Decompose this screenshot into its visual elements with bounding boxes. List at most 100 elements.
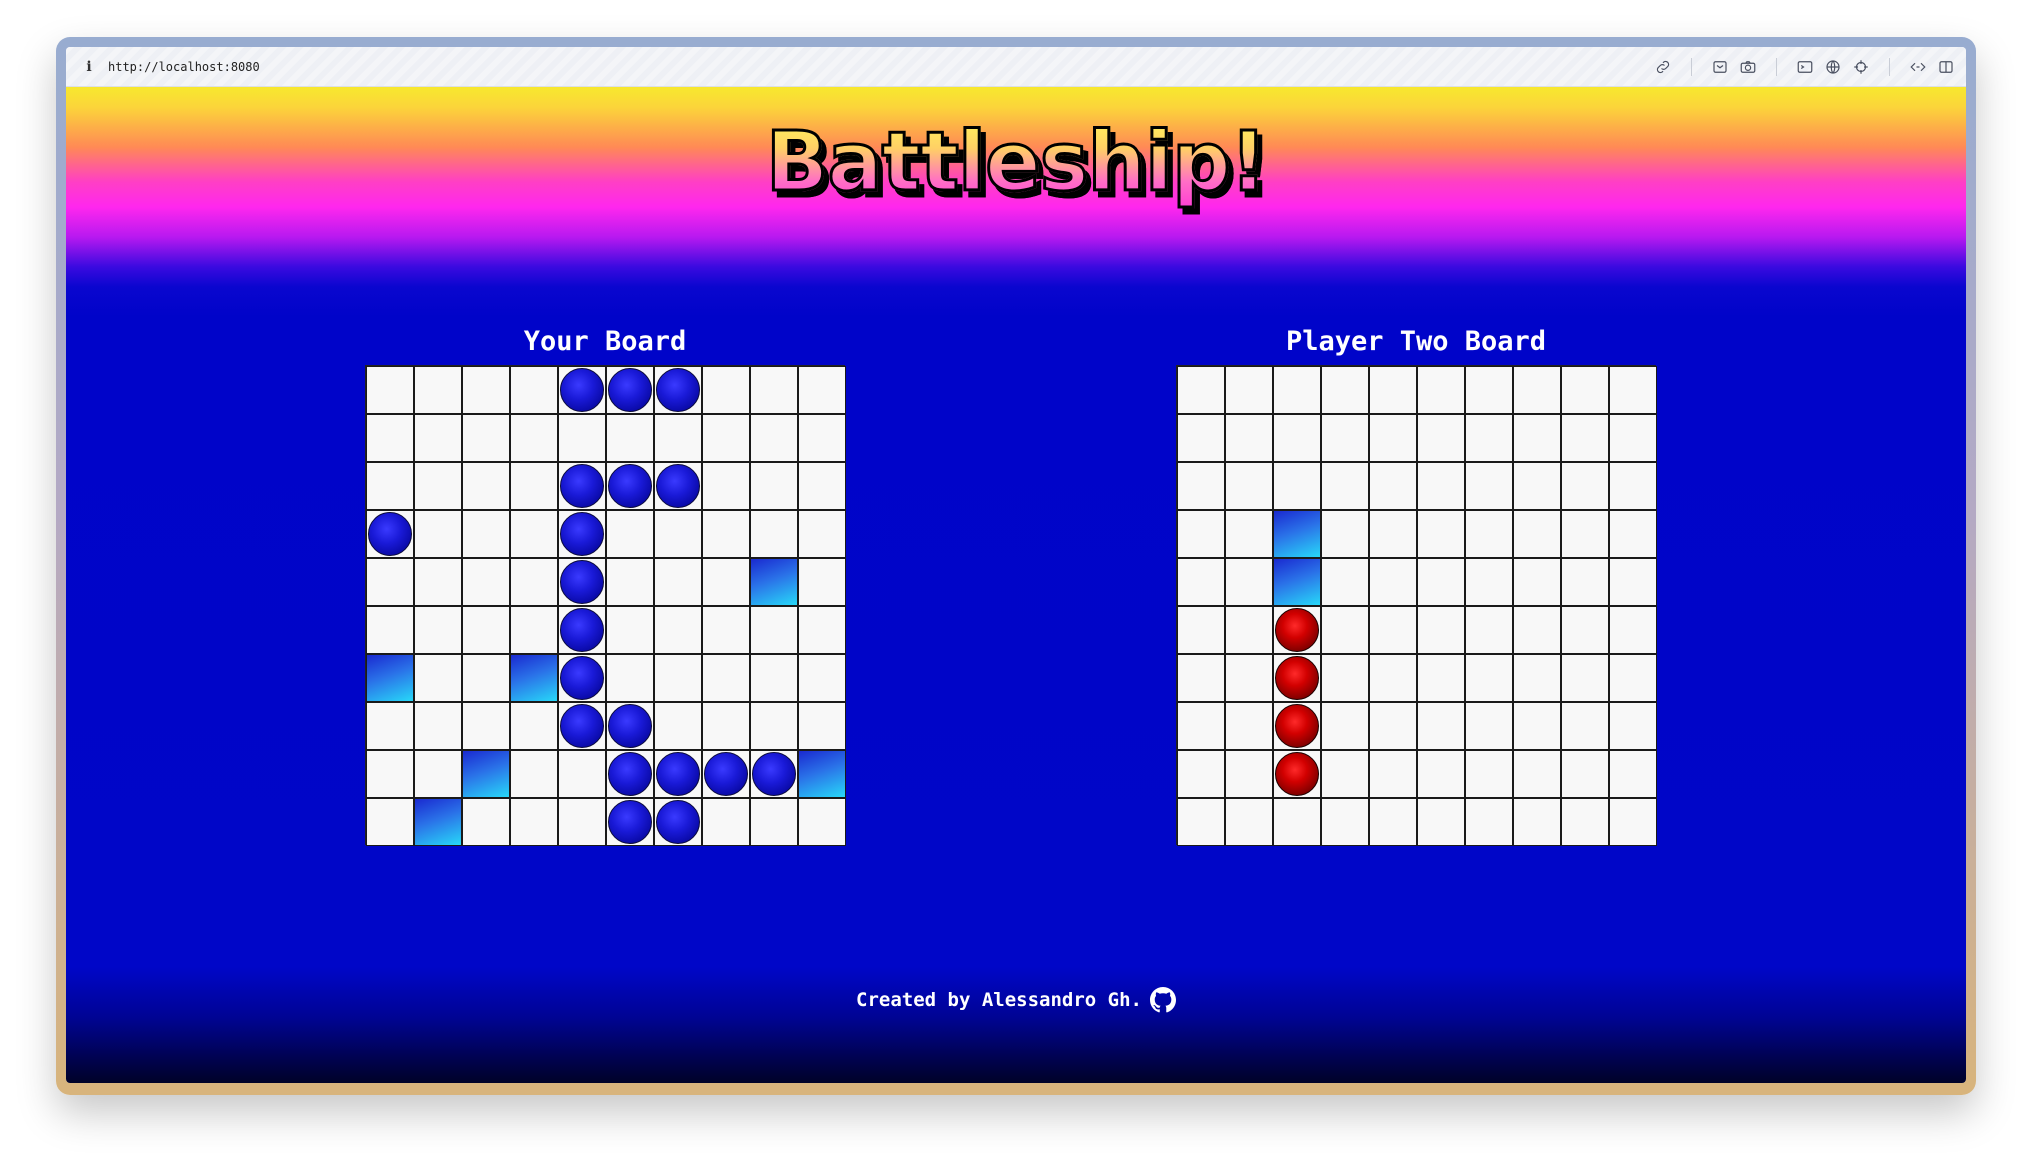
board-cell-empty[interactable] [462, 510, 510, 558]
board-cell-empty[interactable] [798, 462, 846, 510]
board-cell-empty[interactable] [750, 798, 798, 846]
board-cell-empty[interactable] [1177, 462, 1225, 510]
board-cell-empty[interactable] [606, 414, 654, 462]
board-cell-hit[interactable] [1273, 654, 1321, 702]
board-cell-empty[interactable] [366, 366, 414, 414]
board-cell-empty[interactable] [1513, 702, 1561, 750]
info-icon[interactable]: i [82, 59, 96, 75]
board-cell-ship[interactable] [558, 510, 606, 558]
board-cell-empty[interactable] [414, 606, 462, 654]
board-cell-empty[interactable] [1225, 606, 1273, 654]
board-cell-empty[interactable] [1609, 510, 1657, 558]
board-cell-empty[interactable] [606, 654, 654, 702]
board-cell-empty[interactable] [1225, 558, 1273, 606]
board-cell-empty[interactable] [1177, 702, 1225, 750]
camera-icon[interactable] [1738, 57, 1758, 77]
terminal-icon[interactable] [1795, 57, 1815, 77]
board-cell-empty[interactable] [1561, 558, 1609, 606]
board-cell-empty[interactable] [1513, 366, 1561, 414]
board-cell-empty[interactable] [510, 414, 558, 462]
board-cell-empty[interactable] [1417, 702, 1465, 750]
board-cell-hit[interactable] [1273, 606, 1321, 654]
board-cell-ship[interactable] [558, 366, 606, 414]
board-cell-empty[interactable] [1273, 462, 1321, 510]
board-cell-empty[interactable] [798, 366, 846, 414]
board-cell-empty[interactable] [654, 558, 702, 606]
board-cell-empty[interactable] [1561, 654, 1609, 702]
board-cell-empty[interactable] [798, 606, 846, 654]
board-cell-empty[interactable] [702, 462, 750, 510]
board-cell-empty[interactable] [1465, 798, 1513, 846]
board-cell-empty[interactable] [1417, 414, 1465, 462]
board-cell-empty[interactable] [702, 366, 750, 414]
board-cell-ship[interactable] [606, 798, 654, 846]
board-cell-ship[interactable] [606, 750, 654, 798]
board-cell-miss[interactable] [462, 750, 510, 798]
board-cell-empty[interactable] [1609, 366, 1657, 414]
board-cell-empty[interactable] [1609, 606, 1657, 654]
board-cell-empty[interactable] [798, 798, 846, 846]
board-cell-empty[interactable] [1369, 798, 1417, 846]
board-cell-empty[interactable] [1321, 750, 1369, 798]
board-cell-empty[interactable] [462, 798, 510, 846]
board-cell-empty[interactable] [1273, 414, 1321, 462]
board-cell-empty[interactable] [1369, 750, 1417, 798]
board-cell-empty[interactable] [1369, 510, 1417, 558]
board-cell-empty[interactable] [1513, 462, 1561, 510]
board-cell-empty[interactable] [462, 654, 510, 702]
board-cell-empty[interactable] [750, 702, 798, 750]
board-cell-empty[interactable] [366, 414, 414, 462]
board-cell-empty[interactable] [702, 558, 750, 606]
board-cell-ship[interactable] [606, 702, 654, 750]
board-cell-empty[interactable] [798, 558, 846, 606]
board-cell-empty[interactable] [414, 414, 462, 462]
board-cell-empty[interactable] [414, 462, 462, 510]
board-cell-empty[interactable] [702, 702, 750, 750]
board-cell-miss[interactable] [750, 558, 798, 606]
board-cell-miss[interactable] [510, 654, 558, 702]
board-cell-miss[interactable] [798, 750, 846, 798]
board-cell-empty[interactable] [1225, 750, 1273, 798]
board-cell-empty[interactable] [1369, 654, 1417, 702]
board-cell-ship[interactable] [654, 462, 702, 510]
board-cell-empty[interactable] [798, 414, 846, 462]
board-cell-ship[interactable] [654, 750, 702, 798]
board-cell-miss[interactable] [366, 654, 414, 702]
board-cell-empty[interactable] [1609, 654, 1657, 702]
board-cell-empty[interactable] [1465, 606, 1513, 654]
board-cell-ship[interactable] [558, 558, 606, 606]
board-cell-empty[interactable] [1465, 462, 1513, 510]
board-cell-empty[interactable] [1321, 654, 1369, 702]
board-cell-empty[interactable] [558, 414, 606, 462]
board-cell-empty[interactable] [366, 462, 414, 510]
board-cell-empty[interactable] [1417, 510, 1465, 558]
board-cell-empty[interactable] [1321, 606, 1369, 654]
board-cell-empty[interactable] [702, 510, 750, 558]
board-cell-empty[interactable] [510, 798, 558, 846]
board-cell-empty[interactable] [510, 366, 558, 414]
board-cell-empty[interactable] [1561, 702, 1609, 750]
globe-icon[interactable] [1823, 57, 1843, 77]
board-cell-ship[interactable] [558, 654, 606, 702]
board-cell-empty[interactable] [606, 510, 654, 558]
board-cell-empty[interactable] [1609, 750, 1657, 798]
board-cell-ship[interactable] [606, 366, 654, 414]
board-cell-empty[interactable] [1513, 510, 1561, 558]
board-cell-empty[interactable] [510, 462, 558, 510]
board-cell-ship[interactable] [558, 702, 606, 750]
board-cell-empty[interactable] [462, 366, 510, 414]
board-cell-empty[interactable] [510, 702, 558, 750]
board-cell-empty[interactable] [1609, 414, 1657, 462]
board-cell-empty[interactable] [462, 606, 510, 654]
board-cell-ship[interactable] [654, 366, 702, 414]
board-cell-empty[interactable] [1465, 510, 1513, 558]
board-cell-empty[interactable] [1273, 366, 1321, 414]
board-cell-empty[interactable] [1321, 510, 1369, 558]
board-cell-empty[interactable] [1609, 798, 1657, 846]
board-cell-empty[interactable] [1177, 510, 1225, 558]
board-cell-empty[interactable] [366, 702, 414, 750]
board-cell-empty[interactable] [654, 654, 702, 702]
board-cell-empty[interactable] [1609, 702, 1657, 750]
board-cell-empty[interactable] [1273, 798, 1321, 846]
board-cell-empty[interactable] [1369, 606, 1417, 654]
